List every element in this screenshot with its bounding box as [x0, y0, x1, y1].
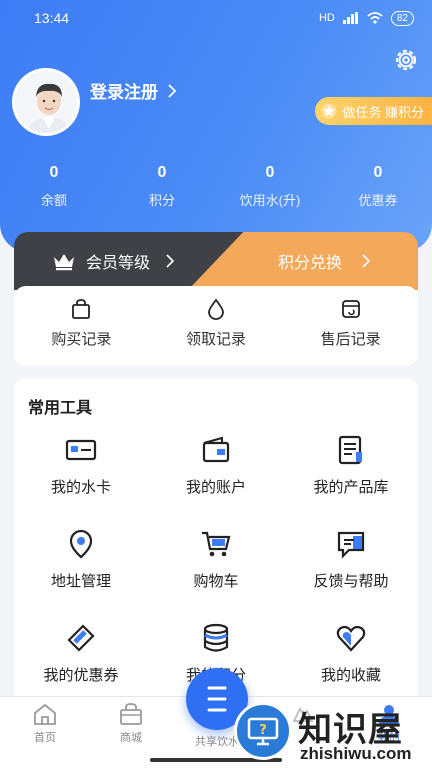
tool-label: 购物车	[193, 573, 239, 590]
points-coins-icon	[203, 623, 229, 652]
stat-label: 积分	[148, 193, 175, 208]
status-time: 13:44	[34, 10, 70, 26]
stat-value: 0	[157, 164, 167, 181]
member-banner: 会员等级 积分兑换	[14, 232, 418, 290]
coupon-icon	[67, 624, 95, 652]
after-sale-records-button[interactable]: 售后记录	[283, 286, 418, 366]
purchase-records-button[interactable]: 购买记录	[14, 286, 149, 366]
water-card-icon	[65, 439, 97, 461]
record-label: 领取记录	[186, 331, 247, 348]
tool-label: 我的收藏	[320, 667, 381, 684]
after-sale-icon	[341, 300, 360, 318]
earn-points-label: 做任务 赚积分	[342, 104, 424, 120]
tool-favorites[interactable]: 我的收藏	[284, 622, 418, 685]
member-level-button[interactable]: 会员等级	[52, 232, 175, 290]
stat-coupons[interactable]: 0 优惠券	[324, 164, 432, 209]
tool-coupons[interactable]: 我的优惠券	[14, 622, 148, 685]
points-exchange-button[interactable]: 积分兑换	[278, 232, 371, 290]
tool-label: 我的优惠券	[43, 667, 119, 684]
stat-label: 余额	[40, 193, 67, 208]
login-label: 登录注册	[90, 83, 158, 102]
network-label: HD	[318, 12, 335, 24]
tool-label: 地址管理	[50, 573, 111, 590]
tab-shop[interactable]: 商城	[88, 701, 174, 745]
tool-product-library[interactable]: 我的产品库	[284, 434, 418, 497]
shopping-bag-icon	[72, 299, 91, 319]
tab-label: 首页	[34, 732, 56, 744]
status-bar: 13:44 HD 82	[0, 0, 432, 36]
star-badge-icon	[321, 103, 337, 119]
help-monitor-icon: ?	[234, 702, 292, 760]
wallet-icon	[202, 436, 230, 463]
battery-icon: 82	[390, 10, 414, 26]
stat-value: 0	[373, 164, 383, 181]
earn-points-button[interactable]: 做任务 赚积分	[315, 97, 432, 125]
home-icon	[34, 703, 56, 725]
svg-text:?: ?	[259, 723, 267, 738]
shop-icon	[120, 703, 142, 725]
settings-gear-icon[interactable]	[392, 46, 420, 74]
status-icons: HD 82	[318, 10, 414, 26]
stat-value: 0	[265, 164, 275, 181]
tool-address[interactable]: 地址管理	[14, 528, 148, 591]
stat-water[interactable]: 0 饮用水(升)	[216, 164, 324, 209]
stat-value: 0	[49, 164, 59, 181]
tab-home[interactable]: 首页	[2, 701, 88, 745]
tool-feedback[interactable]: 反馈与帮助	[284, 528, 418, 591]
tab-label: 商城	[120, 732, 142, 744]
tool-label: 我的产品库	[313, 479, 389, 496]
tool-water-card[interactable]: 我的水卡	[14, 434, 148, 497]
tool-label: 反馈与帮助	[313, 573, 389, 590]
feedback-icon	[337, 531, 365, 559]
crown-icon	[54, 254, 74, 271]
login-register-link[interactable]: 登录注册	[90, 78, 176, 103]
section-title: 常用工具	[28, 400, 93, 417]
stat-label: 饮用水(升)	[239, 193, 301, 208]
common-tools-card: 常用工具 我的水卡 我的账户 我的产品库 地址管理 购物车 反馈与帮助 我的优惠…	[14, 378, 418, 708]
chevron-right-icon	[168, 83, 176, 98]
stat-label: 优惠券	[358, 193, 398, 208]
points-exchange-label: 积分兑换	[278, 255, 343, 272]
tool-label: 我的账户	[185, 479, 246, 496]
record-label: 售后记录	[320, 331, 381, 348]
wifi-icon	[367, 12, 383, 24]
records-card: 购买记录 领取记录 售后记录	[14, 286, 418, 366]
favorite-heart-icon	[336, 625, 366, 652]
claim-records-button[interactable]: 领取记录	[149, 286, 284, 366]
chevron-right-icon	[362, 254, 371, 268]
water-drop-icon	[208, 298, 224, 320]
signal-icon	[342, 12, 358, 24]
watermark: ? 知识屋 zhishiwu.com	[226, 700, 432, 768]
cart-icon	[202, 531, 231, 557]
watermark-url: zhishiwu.com	[300, 744, 412, 763]
record-label: 购买记录	[51, 331, 112, 348]
location-pin-icon	[69, 529, 93, 559]
account-stats: 0 余额 0 积分 0 饮用水(升) 0 优惠券	[0, 164, 432, 209]
product-library-icon	[338, 435, 362, 465]
stat-points[interactable]: 0 积分	[108, 164, 216, 209]
avatar[interactable]	[12, 68, 80, 136]
tool-account[interactable]: 我的账户	[149, 434, 283, 497]
chevron-right-icon	[166, 254, 175, 268]
member-level-label: 会员等级	[86, 255, 151, 272]
stat-balance[interactable]: 0 余额	[0, 164, 108, 209]
tool-cart[interactable]: 购物车	[149, 528, 283, 591]
tool-label: 我的水卡	[50, 479, 111, 496]
